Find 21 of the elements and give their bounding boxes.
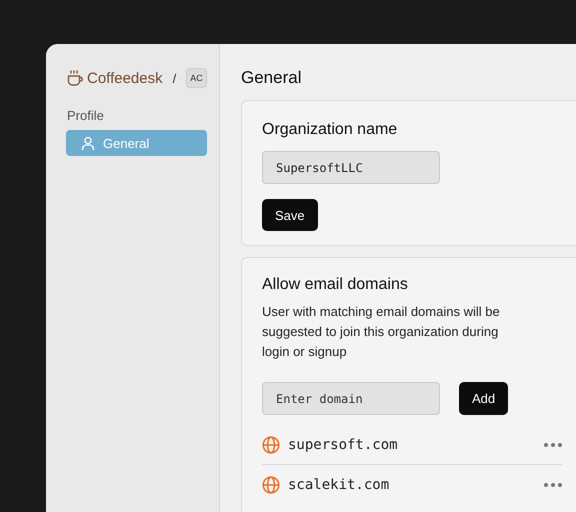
description: User with matching email domains will be suggested to join this organization during login or signup <box>262 303 501 361</box>
more-icon[interactable] <box>544 442 562 446</box>
user-icon <box>81 136 95 150</box>
page-title: General <box>241 68 302 88</box>
input-field[interactable]: Enter domain <box>262 382 440 415</box>
org-avatar[interactable]: AC <box>186 68 207 88</box>
input-field[interactable]: SupersoftLLC <box>262 151 440 184</box>
domain-name: scalekit.com <box>288 476 390 492</box>
breadcrumb-separator: / <box>172 70 176 86</box>
save-button[interactable]: Save <box>262 199 318 231</box>
globe-icon <box>262 476 280 494</box>
card-title: Allow email domains <box>262 276 409 294</box>
globe-icon <box>262 436 280 454</box>
coffee-cup-icon <box>67 70 83 86</box>
more-icon[interactable] <box>544 482 562 486</box>
card-title: Organization name <box>262 121 398 139</box>
add-button[interactable]: Add <box>459 382 508 415</box>
domain-name: supersoft.com <box>288 436 399 452</box>
brand-name[interactable]: Coffeedesk <box>87 70 163 86</box>
sidebar-item-label: General <box>103 136 150 150</box>
section-label: Profile <box>67 108 105 123</box>
